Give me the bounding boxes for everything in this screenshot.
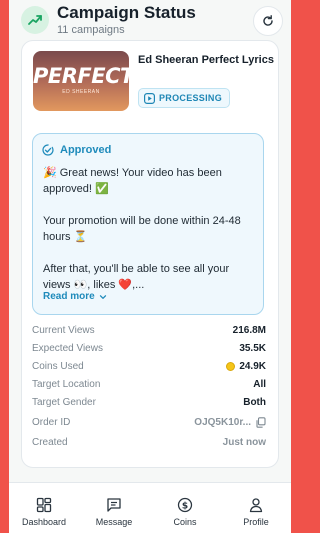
header: Campaign Status 11 campaigns xyxy=(9,0,291,40)
nav-label: Coins xyxy=(173,517,197,527)
stat-value: All xyxy=(253,379,266,390)
play-circle-icon xyxy=(144,92,155,104)
profile-icon xyxy=(246,495,266,515)
nav-label: Profile xyxy=(243,517,269,527)
nav-item-profile[interactable]: Profile xyxy=(221,483,291,533)
stat-value: Both xyxy=(243,397,266,408)
chevron-down-icon xyxy=(99,294,106,299)
nav-label: Message xyxy=(95,517,133,527)
nav-item-dashboard[interactable]: Dashboard xyxy=(9,483,79,533)
status-badge: PROCESSING xyxy=(138,88,231,108)
approved-notice: Approved 🎉 Great news! Your video has be… xyxy=(32,133,264,315)
stat-current-views: Current Views 216.8M xyxy=(32,325,266,339)
stat-created: Created Just now xyxy=(32,437,266,451)
stat-label: Target Gender xyxy=(32,397,96,408)
campaign-count: 11 campaigns xyxy=(57,24,125,36)
check-circle-icon xyxy=(42,144,54,156)
stat-value: 35.5K xyxy=(239,343,266,354)
refresh-button[interactable] xyxy=(253,6,283,36)
stat-expected-views: Expected Views 35.5K xyxy=(32,343,266,357)
stat-label: Coins Used xyxy=(32,361,84,372)
copy-icon[interactable] xyxy=(255,417,266,428)
stat-value-wrap: 24.9K xyxy=(226,361,266,372)
read-more-link[interactable]: Read more xyxy=(43,291,107,302)
page-title: Campaign Status xyxy=(57,3,196,22)
app-screen: Campaign Status 11 campaigns PERFECT ED … xyxy=(9,0,291,533)
coin-icon xyxy=(226,362,236,371)
stat-label: Target Location xyxy=(32,379,101,390)
stat-value: 24.9K xyxy=(239,361,266,372)
stat-target-location: Target Location All xyxy=(32,379,266,393)
coins-icon: $ xyxy=(175,495,195,515)
approved-message: 🎉 Great news! Your video has been approv… xyxy=(43,165,257,293)
nav-label: Dashboard xyxy=(21,517,67,527)
thumbnail-artist: ED SHEERAN xyxy=(62,89,100,95)
approved-label: Approved xyxy=(60,144,112,156)
stat-order-id: Order ID OJQ5K10r... xyxy=(32,417,266,431)
bottom-nav: Dashboard Message $ Coins Profile xyxy=(9,482,291,533)
message-line: Your promotion will be done within 24-48… xyxy=(43,215,241,243)
stat-label: Current Views xyxy=(32,325,95,336)
stat-value: OJQ5K10r... xyxy=(194,417,251,428)
nav-item-coins[interactable]: $ Coins xyxy=(150,483,220,533)
status-label: PROCESSING xyxy=(159,93,223,103)
read-more-label: Read more xyxy=(43,291,95,302)
dashboard-icon xyxy=(34,495,54,515)
stat-target-gender: Target Gender Both xyxy=(32,397,266,411)
stat-value: Just now xyxy=(222,437,266,448)
stat-value-wrap: OJQ5K10r... xyxy=(194,417,266,428)
stat-label: Expected Views xyxy=(32,343,103,354)
refresh-icon xyxy=(263,15,273,26)
stat-coins-used: Coins Used 24.9K xyxy=(32,361,266,375)
message-line: 🎉 Great news! Your video has been approv… xyxy=(43,167,222,195)
message-icon xyxy=(104,495,124,515)
campaign-card[interactable]: PERFECT ED SHEERAN Ed Sheeran Perfect Ly… xyxy=(21,40,279,468)
stat-value: 216.8M xyxy=(232,325,266,336)
stat-label: Created xyxy=(32,437,68,448)
thumbnail-title: PERFECT xyxy=(33,64,129,88)
video-thumbnail[interactable]: PERFECT ED SHEERAN xyxy=(33,51,129,111)
video-title: Ed Sheeran Perfect Lyrics xyxy=(138,54,274,66)
nav-item-message[interactable]: Message xyxy=(79,483,149,533)
message-line: After that, you'll be able to see all yo… xyxy=(43,263,230,291)
stat-label: Order ID xyxy=(32,417,71,428)
svg-text:$: $ xyxy=(182,501,188,511)
trending-up-icon xyxy=(21,6,49,34)
